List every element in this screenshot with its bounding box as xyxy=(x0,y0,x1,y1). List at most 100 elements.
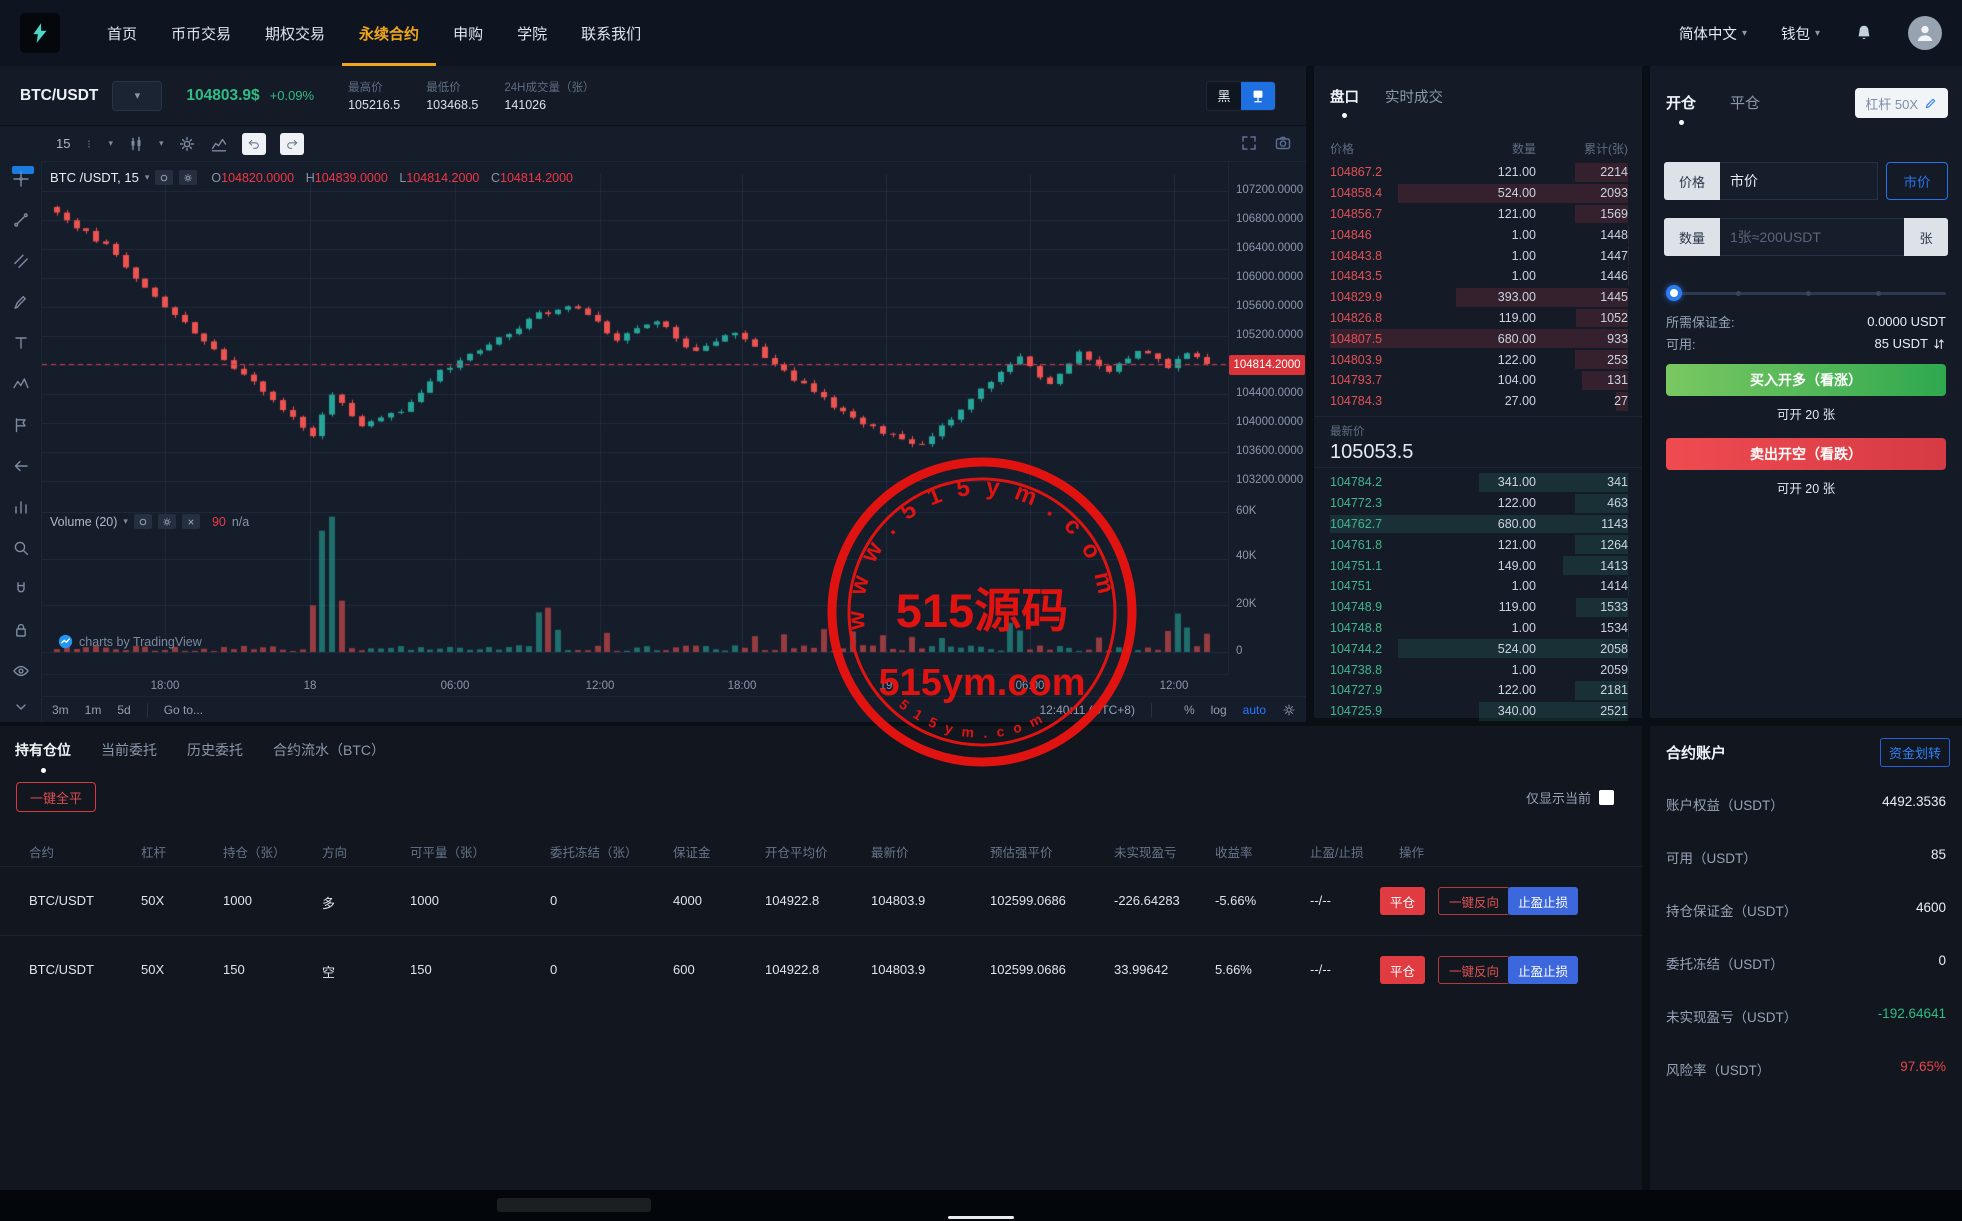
range-5d-button[interactable]: 5d xyxy=(117,703,130,717)
ask-row[interactable]: 104843.51.001446 xyxy=(1330,266,1628,287)
bid-row[interactable]: 104748.81.001534 xyxy=(1330,618,1628,639)
brand-logo[interactable] xyxy=(20,13,60,53)
volume-chevron-icon[interactable]: ▾ xyxy=(123,516,128,527)
menu-dots-icon[interactable] xyxy=(84,135,94,153)
ask-row[interactable]: 104826.8119.001052 xyxy=(1330,308,1628,329)
eye-icon[interactable] xyxy=(12,662,30,680)
leverage-chip[interactable]: 杠杆 50X xyxy=(1855,88,1948,118)
quantity-slider[interactable] xyxy=(1666,285,1946,301)
chart-settings-gear-icon[interactable] xyxy=(178,135,196,153)
transfer-funds-link[interactable]: 资金划转 xyxy=(1880,738,1950,767)
axis-settings-gear-icon[interactable] xyxy=(1282,703,1296,717)
positions-tab-3[interactable]: 合约流水（BTC） xyxy=(273,740,385,773)
bid-row[interactable]: 104772.3122.00463 xyxy=(1330,493,1628,514)
legend-chevron-icon[interactable]: ▾ xyxy=(145,172,150,183)
channels-icon[interactable] xyxy=(12,252,30,270)
volume-gear-icon[interactable] xyxy=(158,514,176,529)
bid-row[interactable]: 1047511.001414 xyxy=(1330,576,1628,597)
crosshair-icon[interactable] xyxy=(12,170,30,188)
bid-row[interactable]: 104761.8121.001264 xyxy=(1330,534,1628,555)
pair-selector[interactable]: ▾ xyxy=(112,81,162,111)
chart-style-icon[interactable] xyxy=(127,135,145,153)
ask-row[interactable]: 104856.7121.001569 xyxy=(1330,204,1628,225)
chevron-down-icon[interactable] xyxy=(12,698,30,716)
series-gear-icon[interactable] xyxy=(179,170,197,185)
volume-close-icon[interactable] xyxy=(182,514,200,529)
zoom-icon[interactable] xyxy=(12,539,30,557)
slider-stop[interactable] xyxy=(1876,291,1881,296)
bid-row[interactable]: 104725.9340.002521 xyxy=(1330,701,1628,722)
legend-symbol[interactable]: BTC /USDT, 15 xyxy=(50,170,139,185)
bid-row[interactable]: 104762.7680.001143 xyxy=(1330,514,1628,535)
price-axis[interactable]: 107200.0000106800.0000106400.0000106000.… xyxy=(1228,162,1306,674)
nav-item-1[interactable]: 币币交易 xyxy=(154,0,248,66)
close-position-button[interactable]: 平仓 xyxy=(1380,956,1425,984)
positions-tab-1[interactable]: 当前委托 xyxy=(101,740,157,773)
nav-item-6[interactable]: 联系我们 xyxy=(564,0,658,66)
text-icon[interactable] xyxy=(12,334,30,352)
auto-scale-button[interactable]: auto xyxy=(1243,703,1266,717)
theme-light-button[interactable] xyxy=(1241,82,1275,110)
sell-short-button[interactable]: 卖出开空（看跌） xyxy=(1666,438,1946,470)
market-price-button[interactable]: 市价 xyxy=(1886,162,1948,200)
bid-row[interactable]: 104744.2524.002058 xyxy=(1330,638,1628,659)
nav-item-2[interactable]: 期权交易 xyxy=(248,0,342,66)
lock-icon[interactable] xyxy=(12,621,30,639)
bid-row[interactable]: 104738.81.002059 xyxy=(1330,659,1628,680)
tradingview-credit[interactable]: charts by TradingView xyxy=(58,634,202,649)
reverse-button[interactable]: 一键反向 xyxy=(1438,956,1510,984)
volume-visibility-icon[interactable] xyxy=(134,514,152,529)
reverse-button[interactable]: 一键反向 xyxy=(1438,887,1510,915)
interval-chevron-icon[interactable]: ▾ xyxy=(108,138,113,149)
tp-sl-button[interactable]: 止盈止损 xyxy=(1508,887,1578,915)
orderbook-tab-0[interactable]: 盘口 xyxy=(1330,86,1359,118)
nav-item-4[interactable]: 申购 xyxy=(436,0,500,66)
close-position-button[interactable]: 平仓 xyxy=(1380,887,1425,915)
log-scale-button[interactable]: log xyxy=(1211,703,1227,717)
price-input[interactable] xyxy=(1720,173,1877,189)
ask-row[interactable]: 104829.9393.001445 xyxy=(1330,287,1628,308)
theme-dark-button[interactable]: 黑 xyxy=(1207,82,1241,110)
trade-tab-1[interactable]: 平仓 xyxy=(1730,92,1760,125)
ask-row[interactable]: 104858.4524.002093 xyxy=(1330,183,1628,204)
camera-snapshot-icon[interactable] xyxy=(1274,134,1292,152)
pattern-icon[interactable] xyxy=(12,375,30,393)
goto-button[interactable]: Go to... xyxy=(164,703,203,717)
transfer-arrows-icon[interactable] xyxy=(1932,337,1946,351)
undo-button[interactable] xyxy=(242,133,266,155)
time-axis[interactable]: 18:001806:0012:0018:001906:0012:00 xyxy=(42,674,1228,696)
magnet-icon[interactable] xyxy=(12,580,30,598)
trend-line-icon[interactable] xyxy=(12,211,30,229)
brush-icon[interactable] xyxy=(12,293,30,311)
arrow-left-icon[interactable] xyxy=(12,457,30,475)
forecast-icon[interactable] xyxy=(12,416,30,434)
slider-stop[interactable] xyxy=(1736,291,1741,296)
bid-row[interactable]: 104748.9119.001533 xyxy=(1330,597,1628,618)
range-3m-button[interactable]: 3m xyxy=(52,703,69,717)
ask-row[interactable]: 104784.327.0027 xyxy=(1330,391,1628,412)
nav-item-5[interactable]: 学院 xyxy=(500,0,564,66)
candlestick-canvas[interactable] xyxy=(42,162,1228,674)
nav-item-3[interactable]: 永续合约 xyxy=(342,0,436,66)
fullscreen-icon[interactable] xyxy=(1240,134,1258,152)
notifications-bell-icon[interactable] xyxy=(1854,23,1874,43)
range-1m-button[interactable]: 1m xyxy=(85,703,102,717)
positions-tab-0[interactable]: 持有仓位 xyxy=(15,740,71,773)
ask-row[interactable]: 104803.9122.00253 xyxy=(1330,349,1628,370)
bid-row[interactable]: 104727.9122.002181 xyxy=(1330,680,1628,701)
indicators-icon[interactable] xyxy=(210,135,228,153)
positions-tab-2[interactable]: 历史委托 xyxy=(187,740,243,773)
tp-sl-button[interactable]: 止盈止损 xyxy=(1508,956,1578,984)
ask-row[interactable]: 104807.5680.00933 xyxy=(1330,328,1628,349)
visibility-icon[interactable] xyxy=(155,170,173,185)
bars-icon[interactable] xyxy=(12,498,30,516)
close-all-button[interactable]: 一键全平 xyxy=(16,782,96,812)
quantity-input[interactable] xyxy=(1720,229,1904,245)
bid-row[interactable]: 104751.1149.001413 xyxy=(1330,555,1628,576)
orderbook-tab-1[interactable]: 实时成交 xyxy=(1385,86,1443,118)
nav-item-0[interactable]: 首页 xyxy=(90,0,154,66)
bid-row[interactable]: 104784.2341.00341 xyxy=(1330,472,1628,493)
user-avatar[interactable] xyxy=(1908,16,1942,50)
clock-label[interactable]: 12:40:11 (UTC+8) xyxy=(1039,703,1135,717)
slider-thumb[interactable] xyxy=(1666,285,1682,301)
